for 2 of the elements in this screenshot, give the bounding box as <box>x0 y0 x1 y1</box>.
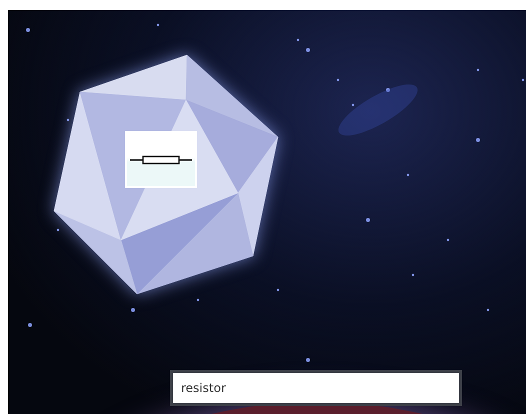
resistor-symbol-icon <box>130 154 192 164</box>
answer-field[interactable]: resistor <box>170 370 462 406</box>
